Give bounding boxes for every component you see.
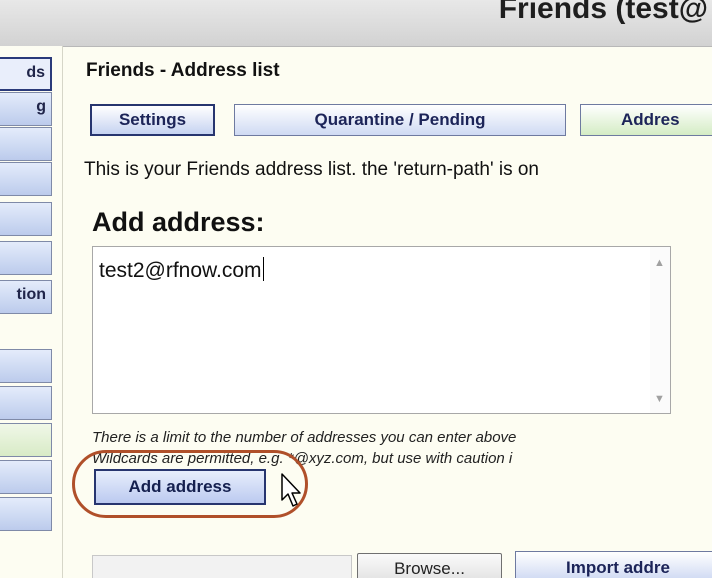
add-address-button[interactable]: Add address: [94, 469, 266, 505]
import-addresses-button[interactable]: Import addre: [515, 551, 712, 578]
sidebar-item-label: tion: [16, 286, 46, 303]
sidebar-item-label: ds: [26, 64, 45, 81]
sidebar-item-10[interactable]: [0, 423, 52, 457]
address-textarea[interactable]: test2@rfnow.com ▲ ▼: [92, 246, 671, 414]
title-bar: Friends (test@: [0, 0, 712, 47]
text-caret: [262, 257, 264, 281]
sidebar-item-9[interactable]: [0, 386, 52, 420]
sidebar-item-11[interactable]: [0, 460, 52, 494]
sidebar-item-4[interactable]: [0, 162, 52, 196]
import-file-input[interactable]: [92, 555, 352, 578]
sidebar: ds g tion: [0, 46, 63, 578]
sidebar-item-6[interactable]: [0, 241, 52, 275]
sidebar-item-7[interactable]: tion: [0, 280, 52, 314]
textarea-scrollbar[interactable]: ▲ ▼: [650, 247, 670, 413]
mouse-pointer-icon: [281, 473, 301, 507]
scroll-up-arrow-icon[interactable]: ▲: [654, 257, 665, 269]
tab-quarantine-pending[interactable]: Quarantine / Pending: [234, 104, 566, 136]
page-title: Friends - Address list: [86, 60, 280, 81]
window-title: Friends (test@: [498, 0, 708, 25]
screenshot-frame: Friends (test@ ds g tion Friends - Addre…: [0, 0, 714, 581]
sidebar-item-8[interactable]: [0, 349, 52, 383]
limit-note: There is a limit to the number of addres…: [92, 429, 517, 446]
description-text: This is your Friends address list. the '…: [84, 159, 539, 180]
sidebar-item-friends[interactable]: ds: [0, 57, 52, 91]
sidebar-item-12[interactable]: [0, 497, 52, 531]
scroll-down-arrow-icon[interactable]: ▼: [654, 393, 665, 405]
add-address-heading: Add address:: [92, 207, 265, 237]
sidebar-item-label: g: [36, 98, 46, 115]
main-content: Friends - Address list Settings Quaranti…: [62, 46, 712, 578]
textarea-content: test2@rfnow.com: [99, 257, 264, 283]
sidebar-item-3[interactable]: [0, 127, 52, 161]
browse-button[interactable]: Browse...: [357, 553, 502, 578]
sidebar-item-5[interactable]: [0, 202, 52, 236]
tab-settings[interactable]: Settings: [90, 104, 215, 136]
textarea-value: test2@rfnow.com: [99, 259, 262, 282]
app-window: Friends (test@ ds g tion Friends - Addre…: [0, 0, 712, 578]
tab-address-list[interactable]: Addres: [580, 104, 712, 136]
sidebar-item-2[interactable]: g: [0, 92, 52, 126]
